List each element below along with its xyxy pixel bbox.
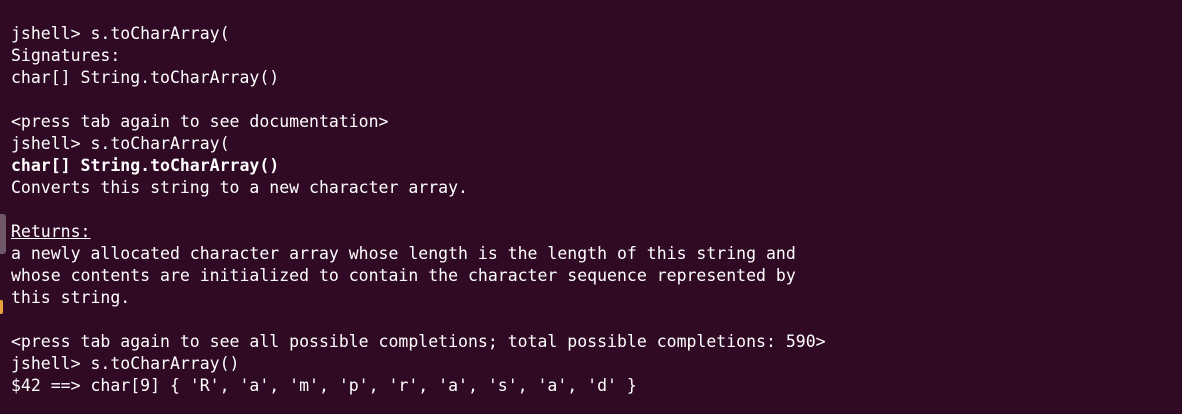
signature-line: char[] String.toCharArray()	[11, 68, 280, 87]
dock-indicator	[0, 300, 3, 314]
press-tab-documentation-hint: <press tab again to see documentation>	[11, 112, 389, 131]
prompt-line-2: jshell> s.toCharArray(	[11, 134, 230, 153]
press-tab-completions-hint: <press tab again to see all possible com…	[11, 332, 826, 351]
documentation-signature: char[] String.toCharArray()	[11, 156, 280, 175]
signatures-header: Signatures:	[11, 46, 121, 65]
scrollbar-handle[interactable]	[0, 214, 6, 254]
returns-text-line-1: a newly allocated character array whose …	[11, 244, 796, 263]
documentation-description: Converts this string to a new character …	[11, 178, 468, 197]
terminal-window[interactable]: jshell> s.toCharArray( Signatures: char[…	[0, 0, 1182, 414]
returns-text-line-2: whose contents are initialized to contai…	[11, 266, 796, 285]
prompt-line-1: jshell> s.toCharArray(	[11, 24, 230, 43]
prompt-line-3: jshell> s.toCharArray()	[11, 354, 240, 373]
returns-text-line-3: this string.	[11, 288, 131, 307]
result-output: $42 ==> char[9] { 'R', 'a', 'm', 'p', 'r…	[11, 376, 637, 395]
returns-header: Returns:	[11, 222, 91, 241]
